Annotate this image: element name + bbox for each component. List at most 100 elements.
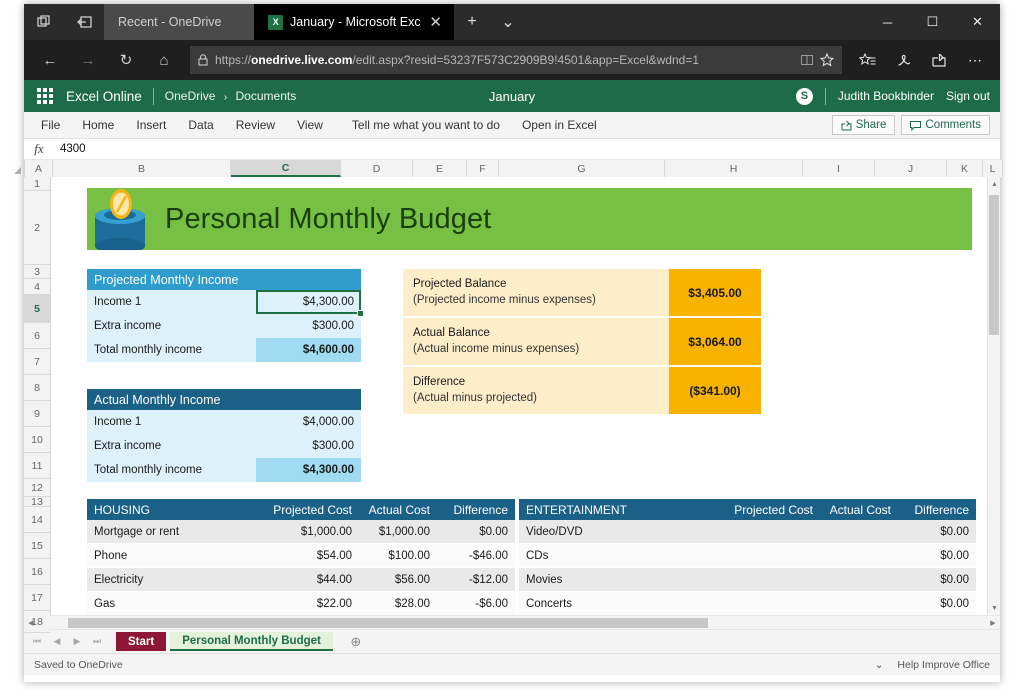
row-header-4[interactable]: 4 xyxy=(24,279,50,295)
skype-icon[interactable]: S xyxy=(795,87,813,105)
entertainment-difference[interactable]: $0.00 xyxy=(898,526,976,538)
row-header-15[interactable]: 15 xyxy=(24,533,50,559)
row-header-7[interactable]: 7 xyxy=(24,349,50,375)
tab-review[interactable]: Review xyxy=(225,112,286,138)
tab-view[interactable]: View xyxy=(286,112,334,138)
balance-row[interactable]: Projected Balance (Projected income minus… xyxy=(403,269,761,318)
entertainment-name[interactable]: CDs xyxy=(519,550,728,562)
projected-income-row[interactable]: Extra income $300.00 xyxy=(87,313,361,338)
housing-row[interactable]: Gas $22.00 $28.00 -$6.00 xyxy=(87,592,515,615)
column-header-d[interactable]: D xyxy=(341,160,413,177)
browser-tab-excel[interactable]: X January - Microsoft Exc ✕ xyxy=(254,4,454,40)
projected-income-total-row[interactable]: Total monthly income $4,600.00 xyxy=(87,337,361,362)
housing-difference[interactable]: $0.00 xyxy=(437,526,515,538)
housing-projected[interactable]: $44.00 xyxy=(267,574,359,586)
housing-row[interactable]: Mortgage or rent $1,000.00 $1,000.00 $0.00 xyxy=(87,520,515,544)
sign-out-link[interactable]: Sign out xyxy=(946,89,990,103)
scroll-left-arrow[interactable]: ◀ xyxy=(24,616,38,630)
row-header-8[interactable]: 8 xyxy=(24,375,50,401)
column-header-i[interactable]: I xyxy=(803,160,875,177)
row-header-16[interactable]: 16 xyxy=(24,559,50,585)
tab-file[interactable]: File xyxy=(30,112,71,138)
scroll-down-arrow[interactable]: ▼ xyxy=(988,601,1001,615)
prev-sheet-button[interactable]: ◀ xyxy=(48,636,66,647)
entertainment-row[interactable]: Video/DVD $0.00 xyxy=(519,520,976,544)
sheet-tab-personal-monthly-budget[interactable]: Personal Monthly Budget xyxy=(170,632,333,651)
column-header-c[interactable]: C xyxy=(231,160,341,177)
browser-tab-onedrive[interactable]: Recent - OneDrive xyxy=(104,4,254,40)
actual-income-row[interactable]: Income 1 $4,000.00 xyxy=(87,409,361,434)
user-name-label[interactable]: Judith Bookbinder xyxy=(838,89,934,103)
row-header-14[interactable]: 14 xyxy=(24,507,50,533)
vertical-scrollbar[interactable]: ▲ ▼ xyxy=(987,177,1000,615)
actual-income-value[interactable]: $300.00 xyxy=(256,433,361,458)
scroll-up-arrow[interactable]: ▲ xyxy=(988,177,1001,191)
housing-actual[interactable]: $1,000.00 xyxy=(359,526,437,538)
tab-home[interactable]: Home xyxy=(71,112,125,138)
column-header-b[interactable]: B xyxy=(53,160,231,177)
column-header-k[interactable]: K xyxy=(947,160,983,177)
forward-button[interactable]: → xyxy=(70,45,106,75)
housing-actual[interactable]: $28.00 xyxy=(359,598,437,610)
column-header-j[interactable]: J xyxy=(875,160,947,177)
housing-row[interactable]: Electricity $44.00 $56.00 -$12.00 xyxy=(87,568,515,592)
tab-dropdown-icon[interactable]: ⌄ xyxy=(490,4,526,40)
housing-difference[interactable]: -$12.00 xyxy=(437,574,515,586)
tab-data[interactable]: Data xyxy=(177,112,224,138)
balance-amount[interactable]: $3,405.00 xyxy=(669,269,761,316)
entertainment-row[interactable]: Movies $0.00 xyxy=(519,568,976,592)
close-tab-icon[interactable]: ✕ xyxy=(427,15,444,30)
formula-bar[interactable]: fx 4300 xyxy=(24,139,1000,160)
waffle-icon[interactable] xyxy=(34,85,56,107)
column-header-l[interactable]: L xyxy=(983,160,1003,177)
row-header-17[interactable]: 17 xyxy=(24,585,50,611)
balance-row[interactable]: Difference (Actual minus projected) ($341.… xyxy=(403,367,761,416)
set-aside-tabs-icon[interactable] xyxy=(64,4,104,40)
projected-income-value[interactable]: $300.00 xyxy=(256,313,361,338)
help-improve-office-link[interactable]: Help Improve Office xyxy=(897,659,990,671)
row-header-3[interactable]: 3 xyxy=(24,265,50,279)
housing-difference[interactable]: -$46.00 xyxy=(437,550,515,562)
status-chevron-icon[interactable]: ⌄ xyxy=(875,659,884,671)
selected-cell[interactable]: $4,300.00 xyxy=(256,289,364,317)
housing-name[interactable]: Gas xyxy=(87,598,267,610)
column-header-a[interactable]: A xyxy=(25,160,53,177)
row-header-9[interactable]: 9 xyxy=(24,401,50,427)
housing-difference[interactable]: -$6.00 xyxy=(437,598,515,610)
vertical-scroll-thumb[interactable] xyxy=(989,195,999,335)
scroll-right-arrow[interactable]: ▶ xyxy=(986,616,1000,630)
balance-row[interactable]: Actual Balance (Actual income minus expen… xyxy=(403,318,761,367)
comments-button[interactable]: Comments xyxy=(901,115,990,135)
reading-view-icon[interactable] xyxy=(801,54,813,66)
row-header-5[interactable]: 5 xyxy=(24,295,50,323)
column-header-f[interactable]: F xyxy=(467,160,499,177)
entertainment-difference[interactable]: $0.00 xyxy=(898,598,976,610)
breadcrumb-child[interactable]: Documents xyxy=(236,89,297,103)
share-button[interactable]: Share xyxy=(831,115,896,135)
row-header-6[interactable]: 6 xyxy=(24,323,50,349)
close-window-button[interactable]: ✕ xyxy=(955,4,1000,40)
sheet-canvas[interactable]: Personal Monthly Budget Projected Monthl… xyxy=(51,177,1000,615)
entertainment-name[interactable]: Video/DVD xyxy=(519,526,728,538)
last-sheet-button[interactable]: ⏭ xyxy=(88,636,106,647)
row-header-12[interactable]: 12 xyxy=(24,479,50,497)
balance-amount[interactable]: ($341.00) xyxy=(669,367,761,414)
actual-income-row[interactable]: Extra income $300.00 xyxy=(87,433,361,458)
share-icon[interactable] xyxy=(922,45,956,75)
projected-income-row[interactable]: Income 1 $4,300.00 xyxy=(87,289,364,317)
entertainment-difference[interactable]: $0.00 xyxy=(898,550,976,562)
horizontal-scrollbar[interactable]: ◀ ▶ xyxy=(24,615,1000,629)
tab-insert[interactable]: Insert xyxy=(125,112,177,138)
horizontal-scroll-track[interactable] xyxy=(38,616,986,630)
home-button[interactable]: ⌂ xyxy=(146,45,182,75)
entertainment-name[interactable]: Movies xyxy=(519,574,728,586)
entertainment-row[interactable]: Concerts $0.00 xyxy=(519,592,976,615)
column-header-e[interactable]: E xyxy=(413,160,467,177)
more-settings-icon[interactable]: ⋯ xyxy=(958,45,992,75)
entertainment-difference[interactable]: $0.00 xyxy=(898,574,976,586)
row-header-2[interactable]: 2 xyxy=(24,191,50,265)
row-header-1[interactable]: 1 xyxy=(24,177,50,191)
entertainment-row[interactable]: CDs $0.00 xyxy=(519,544,976,568)
new-tab-button[interactable]: + xyxy=(454,4,490,40)
housing-projected[interactable]: $1,000.00 xyxy=(267,526,359,538)
